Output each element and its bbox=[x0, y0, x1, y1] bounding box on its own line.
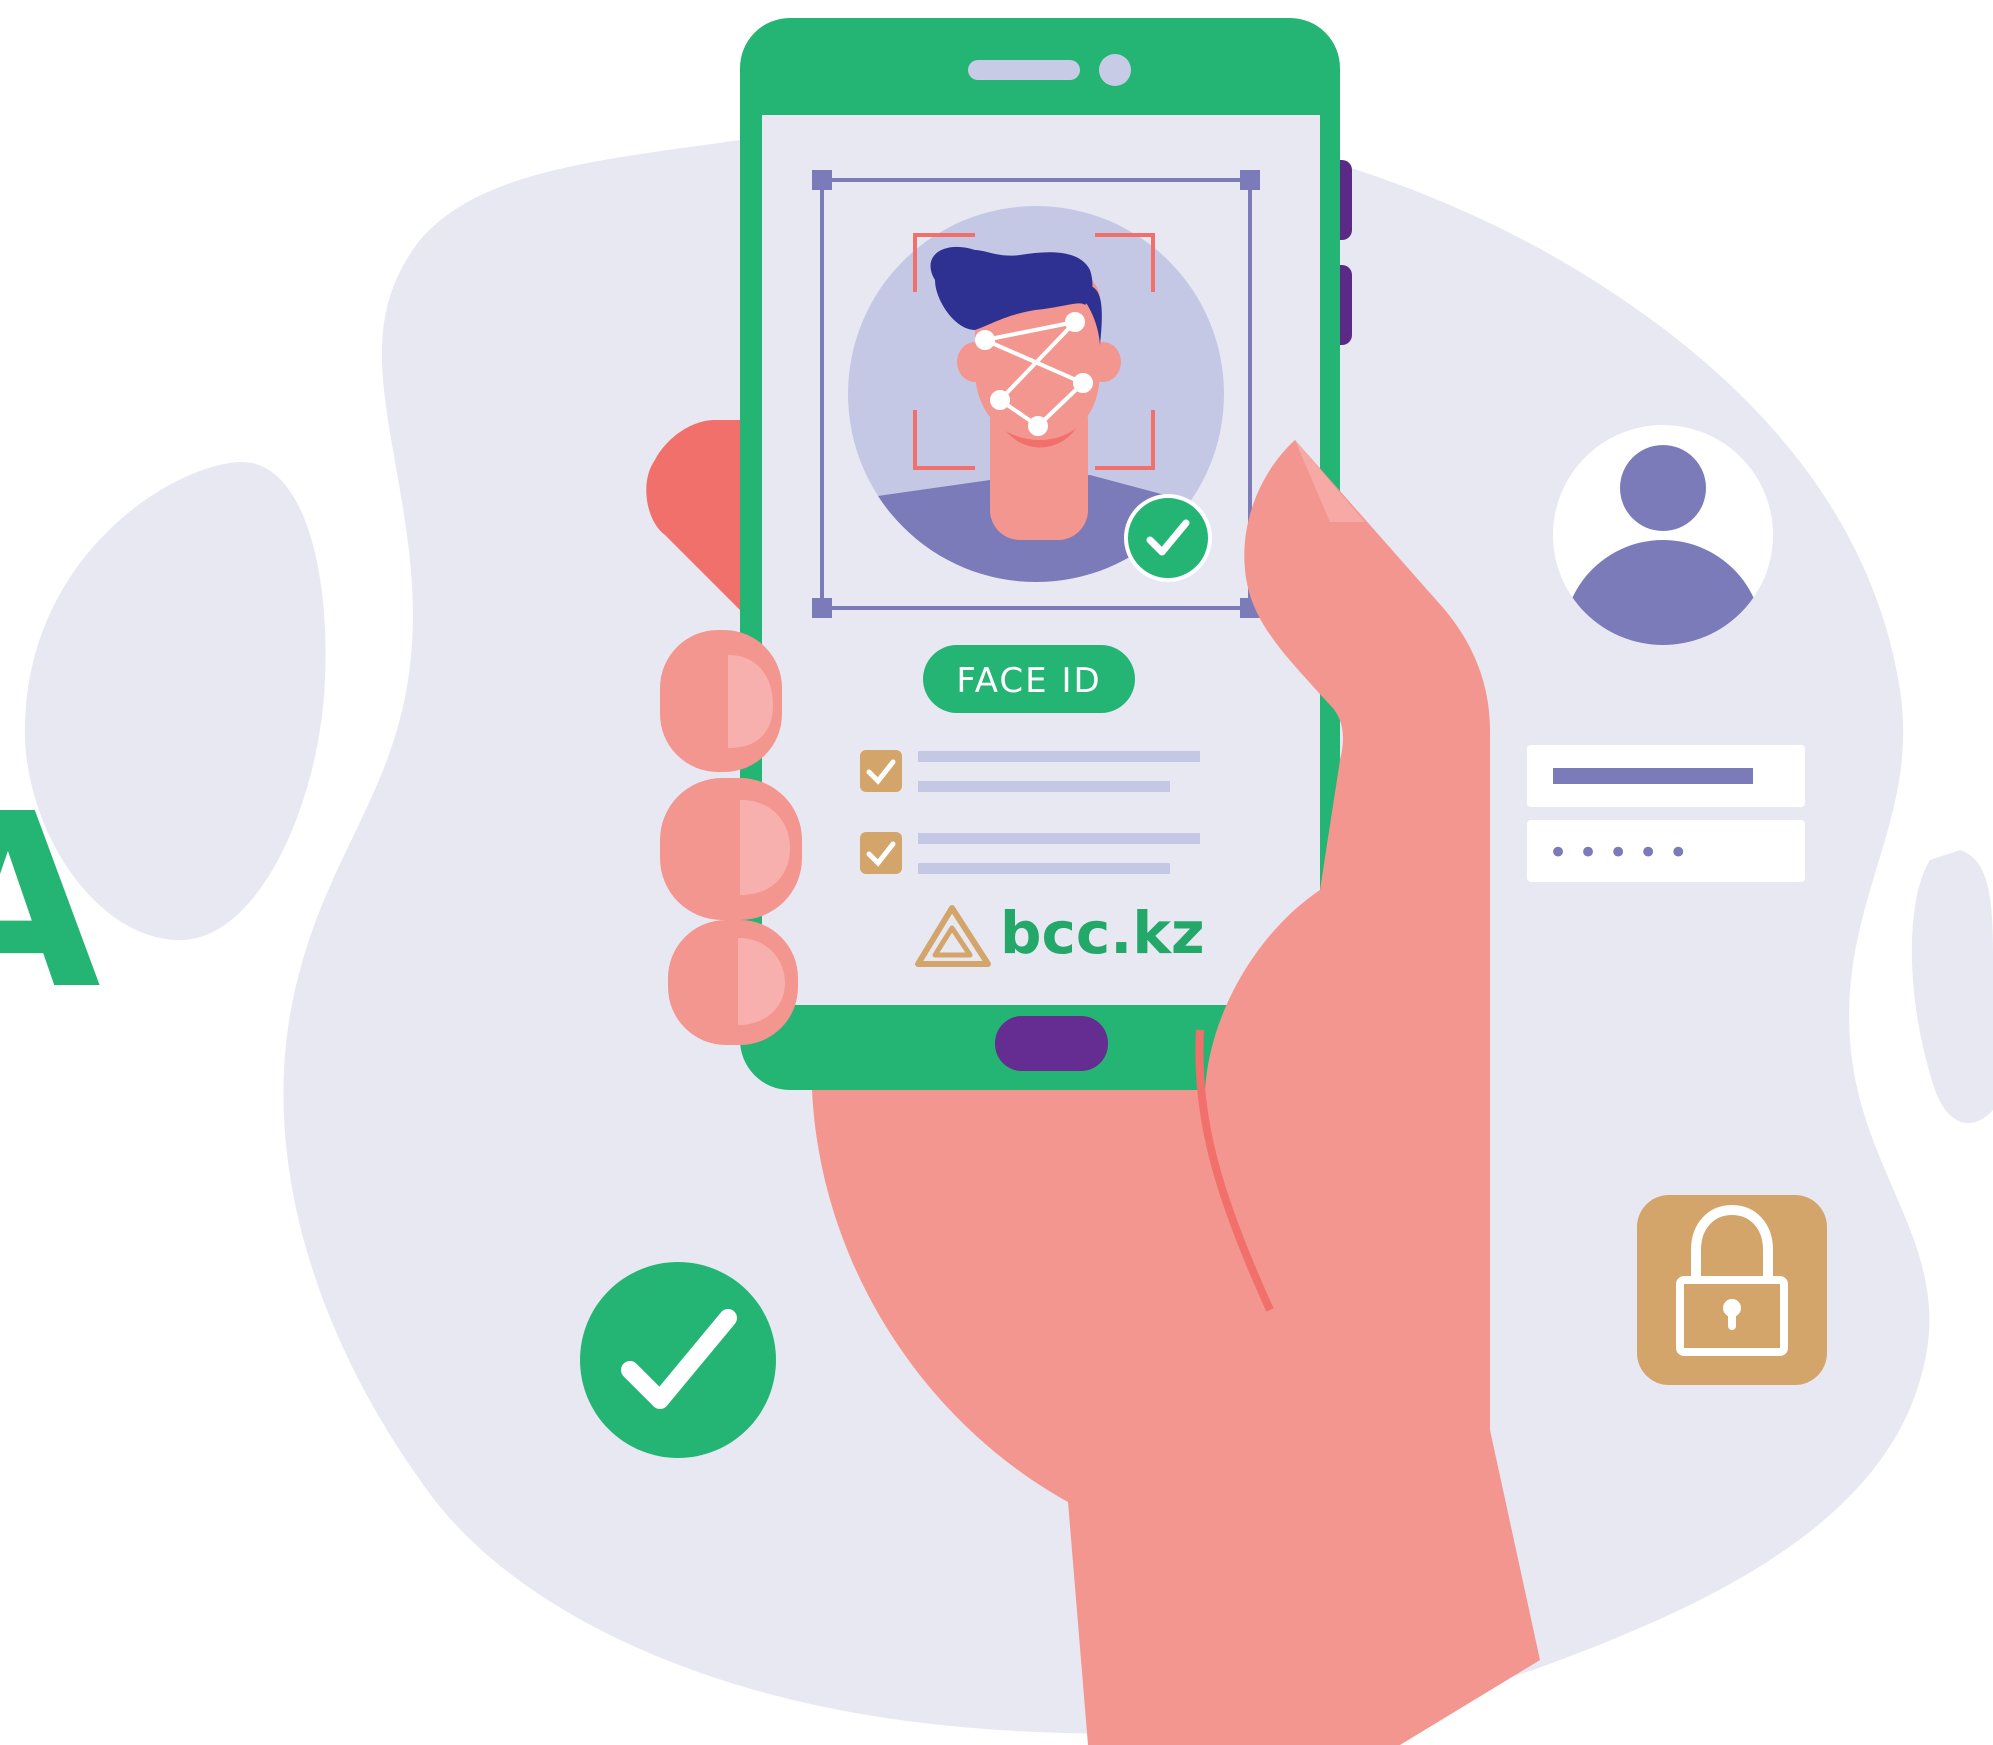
phone-speaker bbox=[968, 60, 1080, 80]
brand-name: bcc.kz bbox=[1000, 899, 1205, 967]
verified-check-icon bbox=[1124, 494, 1212, 582]
scan-corner-tr bbox=[1240, 170, 1260, 190]
face-id-label: FACE ID bbox=[956, 661, 1101, 701]
username-value-placeholder bbox=[1553, 768, 1753, 784]
padlock-icon bbox=[1637, 1195, 1827, 1385]
scan-corner-bl bbox=[812, 598, 832, 618]
checkbox[interactable] bbox=[860, 832, 902, 874]
checkbox[interactable] bbox=[860, 750, 902, 792]
home-button[interactable] bbox=[995, 1016, 1108, 1071]
fingers bbox=[660, 630, 802, 1045]
password-mask: ••••• bbox=[1548, 833, 1698, 873]
right-edge-blob bbox=[1911, 850, 1993, 1124]
phone-camera bbox=[1099, 54, 1131, 86]
illustration-scene: A FACE ID bcc.kz ••••• bbox=[0, 18, 1993, 1745]
partial-edge-letter: A bbox=[0, 762, 101, 1042]
scan-corner-tl bbox=[812, 170, 832, 190]
face-id-badge[interactable]: FACE ID bbox=[923, 645, 1135, 713]
line-placeholder bbox=[918, 833, 1200, 844]
check-circle-icon bbox=[580, 1262, 776, 1458]
line-placeholder bbox=[918, 863, 1170, 874]
line-placeholder bbox=[918, 781, 1170, 792]
line-placeholder bbox=[918, 751, 1200, 762]
